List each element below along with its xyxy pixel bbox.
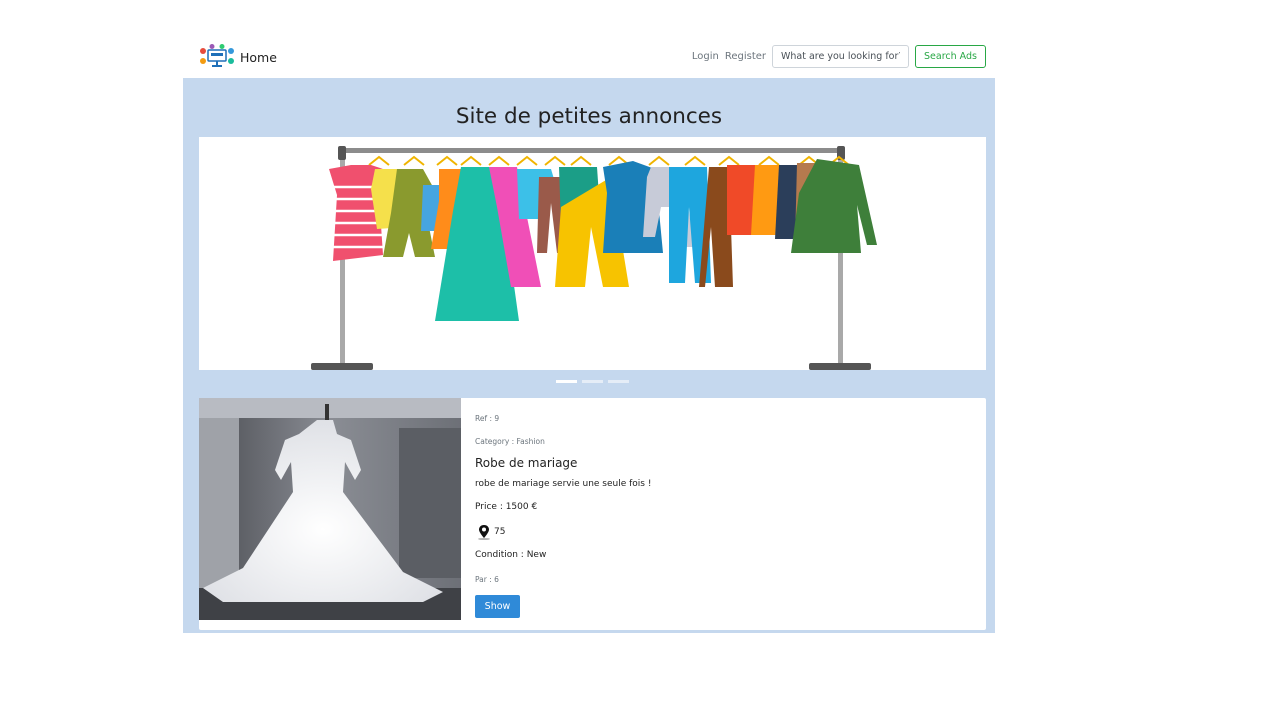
map-pin-icon [475, 524, 493, 540]
ad-location-text: 75 [494, 527, 506, 537]
nav-right: Login Register Search Ads [692, 45, 986, 68]
ad-description: robe de mariage servie une seule fois ! [475, 479, 652, 489]
ad-condition: Condition : New [475, 550, 547, 560]
brand-home-link[interactable]: Home [198, 43, 277, 71]
ad-price: Price : 1500 € [475, 502, 538, 512]
ad-category: Category : Fashion [475, 437, 545, 446]
page-title: Site de petites annonces [455, 104, 723, 129]
ad-location: 75 [475, 524, 505, 540]
carousel-indicators [556, 380, 629, 383]
show-button[interactable]: Show [475, 595, 520, 618]
ad-card: Ref : 9 Category : Fashion Robe de maria… [199, 398, 986, 630]
carousel-indicator-2[interactable] [582, 380, 603, 383]
ad-title: Robe de mariage [475, 456, 578, 470]
navbar: Home Login Register Search Ads [183, 38, 995, 78]
hero-carousel[interactable] [199, 137, 986, 370]
clothes-rack-illustration [311, 146, 877, 370]
wedding-dress-photo [199, 398, 461, 620]
main-panel: Site de petites annonces Ref: 9 Categor… [183, 78, 995, 633]
monitor-logo-icon [198, 44, 236, 70]
brand-text[interactable]: Home [240, 50, 277, 65]
register-link[interactable]: Register [725, 51, 766, 62]
search-ads-button[interactable]: Search Ads [915, 45, 986, 68]
carousel-indicator-1[interactable] [556, 380, 577, 383]
search-input[interactable] [772, 45, 909, 68]
ad-ref: Ref : 9 [475, 414, 500, 423]
carousel-indicator-3[interactable] [608, 380, 629, 383]
ad-author: Par : 6 [475, 575, 499, 584]
login-link[interactable]: Login [692, 51, 719, 62]
